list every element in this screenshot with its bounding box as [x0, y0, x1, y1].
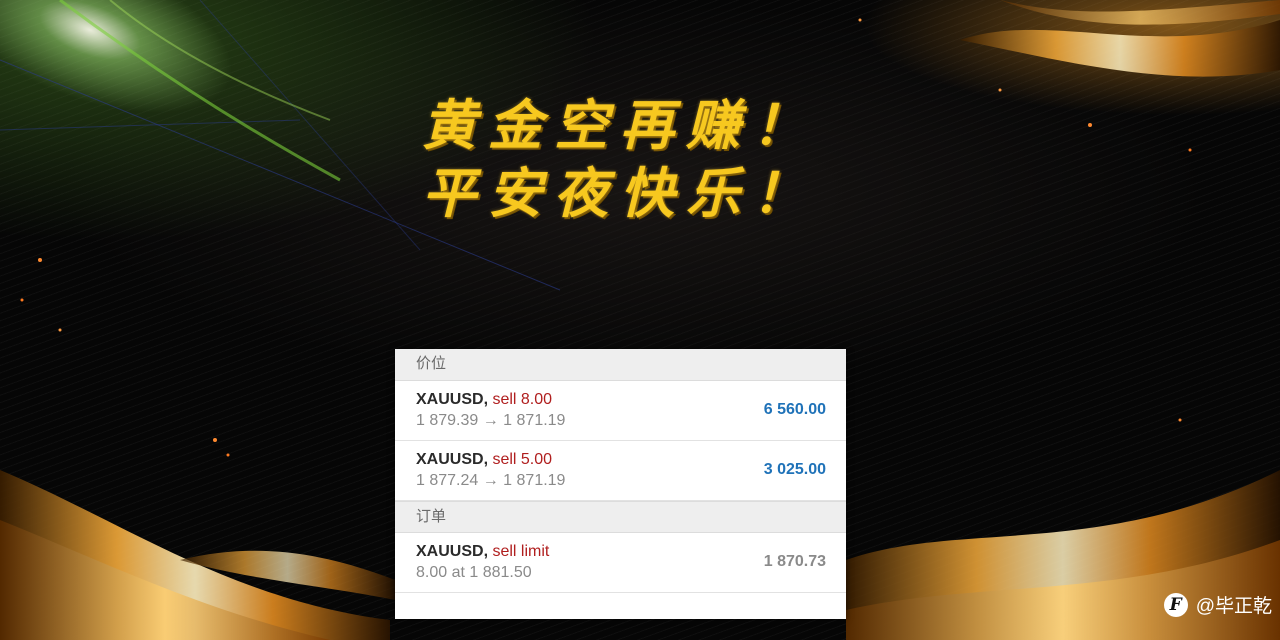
position-symbol: XAUUSD: [416, 451, 484, 468]
position-row[interactable]: XAUUSD, sell 8.00 1 879.39 → 1 871.19 6 …: [395, 381, 846, 441]
headline-line-1: 黄金空再赚！: [422, 94, 818, 157]
order-side: sell limit: [492, 543, 550, 560]
order-detail: 8.00 at 1 881.50: [416, 564, 532, 581]
position-symbol: XAUUSD: [416, 391, 484, 408]
position-prices: 1 877.24 → 1 871.19: [416, 472, 566, 489]
headline-line-2: 平安夜快乐！: [422, 162, 818, 225]
position-profit: 3 025.00: [763, 461, 826, 478]
orders-section-header: 订单: [395, 501, 846, 533]
position-profit: 6 560.00: [763, 401, 826, 418]
order-title: XAUUSD, sell limit: [416, 543, 550, 560]
watermark-handle: @毕正乾: [1195, 596, 1272, 617]
order-row[interactable]: XAUUSD, sell limit 8.00 at 1 881.50 1 87…: [395, 533, 846, 593]
order-current-price: 1 870.73: [763, 553, 826, 570]
headline: 黄金空再赚！ 平安夜快乐！: [0, 92, 1240, 228]
position-side: sell 5.00: [492, 451, 553, 468]
position-side: sell 8.00: [492, 391, 553, 408]
position-row[interactable]: XAUUSD, sell 5.00 1 877.24 → 1 871.19 3 …: [395, 441, 846, 501]
fang-logo-icon: F: [1163, 592, 1188, 617]
positions-section-header: 价位: [395, 349, 846, 381]
position-prices: 1 879.39 → 1 871.19: [416, 412, 566, 429]
trade-panel: 价位 XAUUSD, sell 8.00 1 879.39 → 1 871.19…: [395, 349, 846, 619]
order-symbol: XAUUSD: [416, 543, 484, 560]
position-title: XAUUSD, sell 5.00: [416, 451, 553, 468]
watermark: F @毕正乾: [1163, 591, 1272, 618]
position-title: XAUUSD, sell 8.00: [416, 391, 553, 408]
